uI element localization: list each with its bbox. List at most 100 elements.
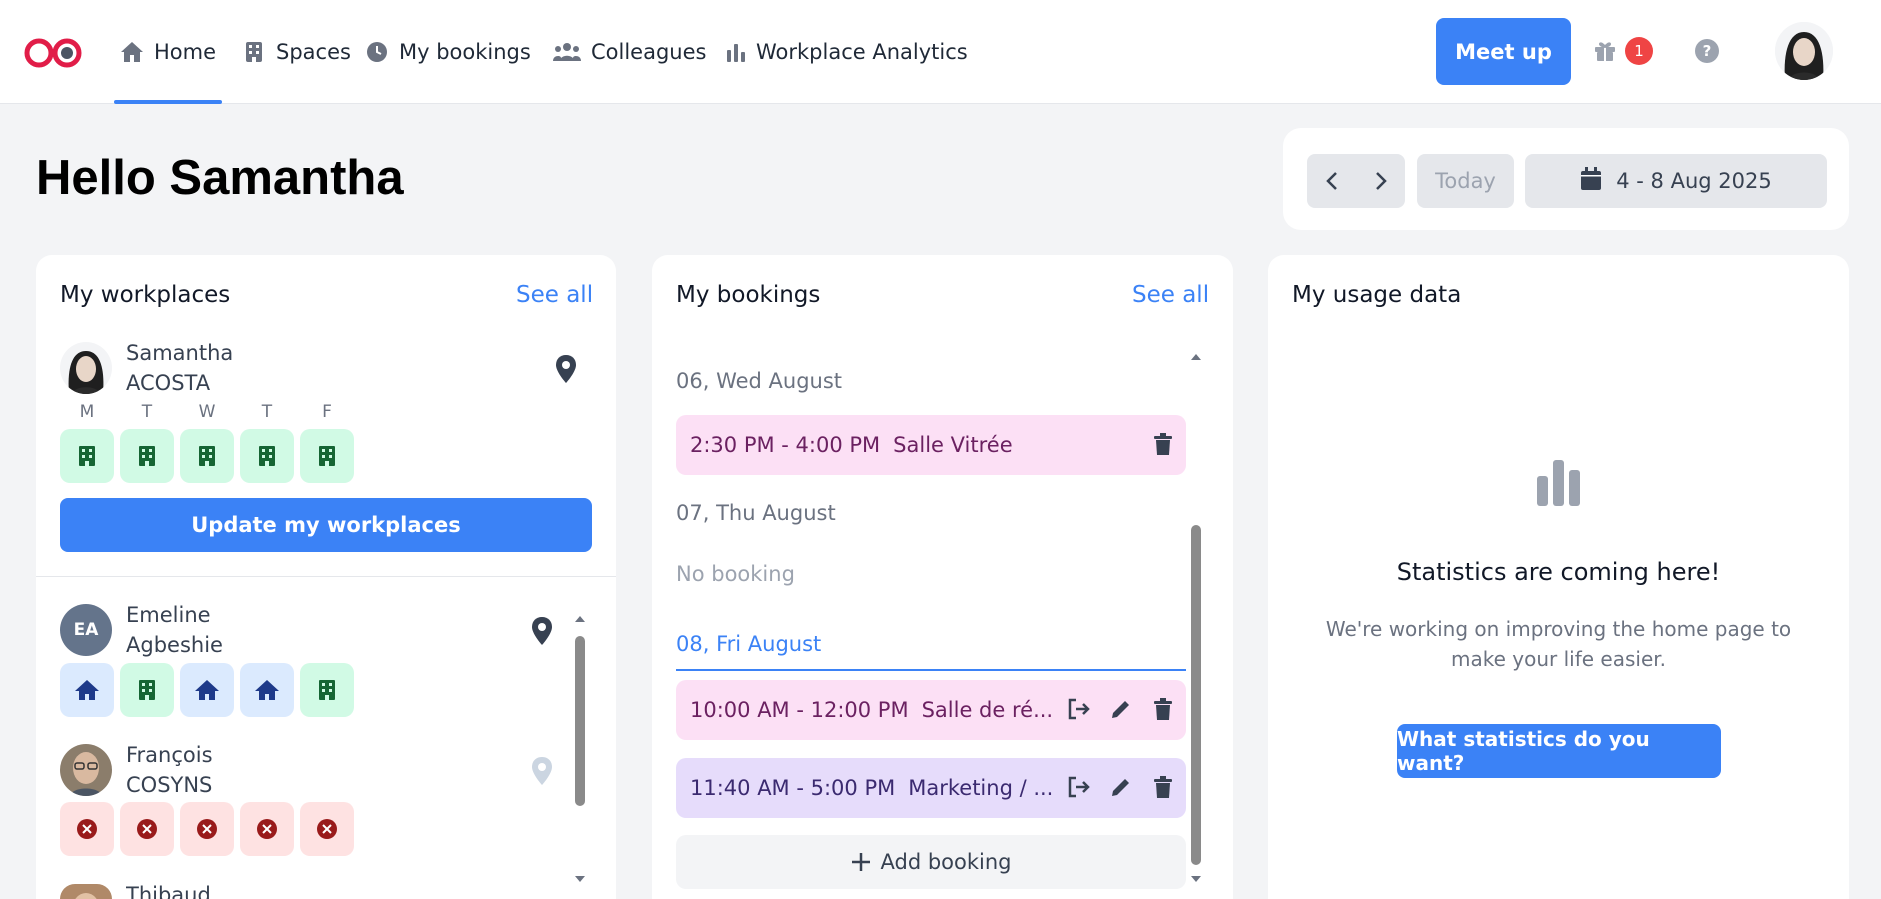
trash-icon[interactable]: [1150, 431, 1176, 457]
workplaces-see-all-link[interactable]: See all: [516, 282, 593, 308]
scrollbar-thumb[interactable]: [1191, 525, 1201, 865]
last-name: Agbeshie: [126, 633, 223, 657]
meet-up-button[interactable]: Meet up: [1436, 18, 1571, 85]
booking-place: Salle de ré...: [921, 698, 1054, 722]
day-tile-home[interactable]: [60, 663, 114, 717]
last-name: ACOSTA: [126, 371, 211, 395]
date-navigator: Today 4 - 8 Aug 2025: [1283, 128, 1849, 230]
booking-item[interactable]: 10:00 AM - 12:00 PM Salle de ré...: [676, 680, 1186, 740]
nav-home[interactable]: Home: [113, 0, 223, 104]
scroll-down-arrow[interactable]: [1190, 874, 1202, 886]
person-name: Samantha ACOSTA: [126, 338, 233, 398]
date-range-picker[interactable]: 4 - 8 Aug 2025: [1525, 154, 1827, 208]
today-button[interactable]: Today: [1417, 154, 1514, 208]
user-avatar[interactable]: [1775, 22, 1833, 80]
avatar: [60, 342, 112, 394]
day-tile-absent[interactable]: [300, 802, 354, 856]
scroll-down-arrow[interactable]: [574, 874, 586, 886]
notification-badge: 1: [1625, 37, 1653, 65]
add-booking-label: Add booking: [880, 850, 1012, 874]
day-tile-office[interactable]: [180, 429, 234, 483]
app-logo[interactable]: [23, 36, 85, 70]
booking-actions: [1066, 696, 1176, 722]
page-title: Hello Samantha: [36, 151, 404, 205]
bookings-see-all-link[interactable]: See all: [1132, 282, 1209, 308]
booking-date-label: 06, Wed August: [676, 369, 843, 393]
edit-icon[interactable]: [1108, 774, 1134, 800]
week-arrows: [1307, 154, 1405, 208]
nav-home-label: Home: [154, 40, 217, 64]
avatar: [60, 744, 112, 796]
next-week-button[interactable]: [1356, 154, 1405, 208]
statistics-feedback-button[interactable]: What statistics do you want?: [1397, 724, 1721, 778]
day-tile-absent[interactable]: [120, 802, 174, 856]
building-icon: [319, 446, 335, 466]
close-circle-icon: [317, 819, 337, 839]
booking-time: 10:00 AM - 12:00 PM: [690, 698, 909, 722]
close-circle-icon: [257, 819, 277, 839]
day-tile-home[interactable]: [240, 663, 294, 717]
close-circle-icon: [197, 819, 217, 839]
avatar: EA: [60, 604, 112, 656]
bookings-title: My bookings: [676, 282, 821, 308]
day-header: M: [79, 402, 95, 422]
day-tile-office[interactable]: [120, 429, 174, 483]
booking-actions: [1150, 431, 1176, 457]
location-pin-icon[interactable]: [531, 616, 553, 646]
date-range-label: 4 - 8 Aug 2025: [1616, 169, 1772, 193]
building-icon: [242, 40, 266, 64]
trash-icon[interactable]: [1150, 696, 1176, 722]
no-booking-text: No booking: [676, 562, 795, 586]
workplaces-title: My workplaces: [60, 282, 231, 308]
stats-description: We're working on improving the home page…: [1325, 617, 1792, 671]
trash-icon[interactable]: [1150, 774, 1176, 800]
day-tile-office[interactable]: [60, 429, 114, 483]
check-out-icon[interactable]: [1066, 696, 1092, 722]
day-tile-office[interactable]: [300, 663, 354, 717]
day-tile-office[interactable]: [240, 429, 294, 483]
chevron-left-icon: [1325, 172, 1337, 190]
add-booking-button[interactable]: Add booking: [676, 835, 1186, 889]
booking-place: Marketing / ...: [908, 776, 1054, 800]
building-icon: [139, 446, 155, 466]
last-name: COSYNS: [126, 773, 213, 797]
scroll-up-arrow[interactable]: [574, 612, 586, 624]
day-tile-absent[interactable]: [240, 802, 294, 856]
day-header: F: [322, 402, 332, 422]
booking-time: 11:40 AM - 5:00 PM: [690, 776, 896, 800]
prev-week-button[interactable]: [1307, 154, 1356, 208]
close-circle-icon: [137, 819, 157, 839]
location-pin-icon[interactable]: [531, 756, 553, 786]
first-name: Thibaud: [126, 883, 211, 899]
chevron-right-icon: [1375, 172, 1387, 190]
building-icon: [199, 446, 215, 466]
nav-my-bookings[interactable]: My bookings: [365, 0, 531, 104]
day-tile-home[interactable]: [180, 663, 234, 717]
edit-icon[interactable]: [1108, 696, 1134, 722]
building-icon: [139, 680, 155, 700]
gift-icon[interactable]: [1590, 36, 1620, 66]
scrollbar-thumb[interactable]: [575, 636, 585, 806]
day-tile-absent[interactable]: [60, 802, 114, 856]
day-header: T: [261, 402, 273, 422]
day-header: W: [198, 402, 216, 422]
scroll-up-arrow[interactable]: [1190, 350, 1202, 362]
calendar-icon: [1580, 166, 1602, 196]
booking-item[interactable]: 2:30 PM - 4:00 PM Salle Vitrée: [676, 415, 1186, 475]
nav-workplace-analytics[interactable]: Workplace Analytics: [726, 0, 968, 104]
help-icon[interactable]: ?: [1695, 39, 1719, 63]
day-tile-absent[interactable]: [180, 802, 234, 856]
nav-spaces[interactable]: Spaces: [242, 0, 351, 104]
day-tile-office[interactable]: [120, 663, 174, 717]
person-name: Thibaud: [126, 880, 211, 899]
check-out-icon[interactable]: [1066, 774, 1092, 800]
clock-icon: [365, 40, 389, 64]
close-circle-icon: [77, 819, 97, 839]
stats-heading: Statistics are coming here!: [1396, 558, 1721, 586]
day-tile-office[interactable]: [300, 429, 354, 483]
booking-date-label: 07, Thu August: [676, 501, 836, 525]
booking-item[interactable]: 11:40 AM - 5:00 PM Marketing / ...: [676, 758, 1186, 818]
location-pin-icon[interactable]: [555, 354, 577, 384]
nav-colleagues[interactable]: Colleagues: [553, 0, 706, 104]
update-workplaces-button[interactable]: Update my workplaces: [60, 498, 592, 552]
